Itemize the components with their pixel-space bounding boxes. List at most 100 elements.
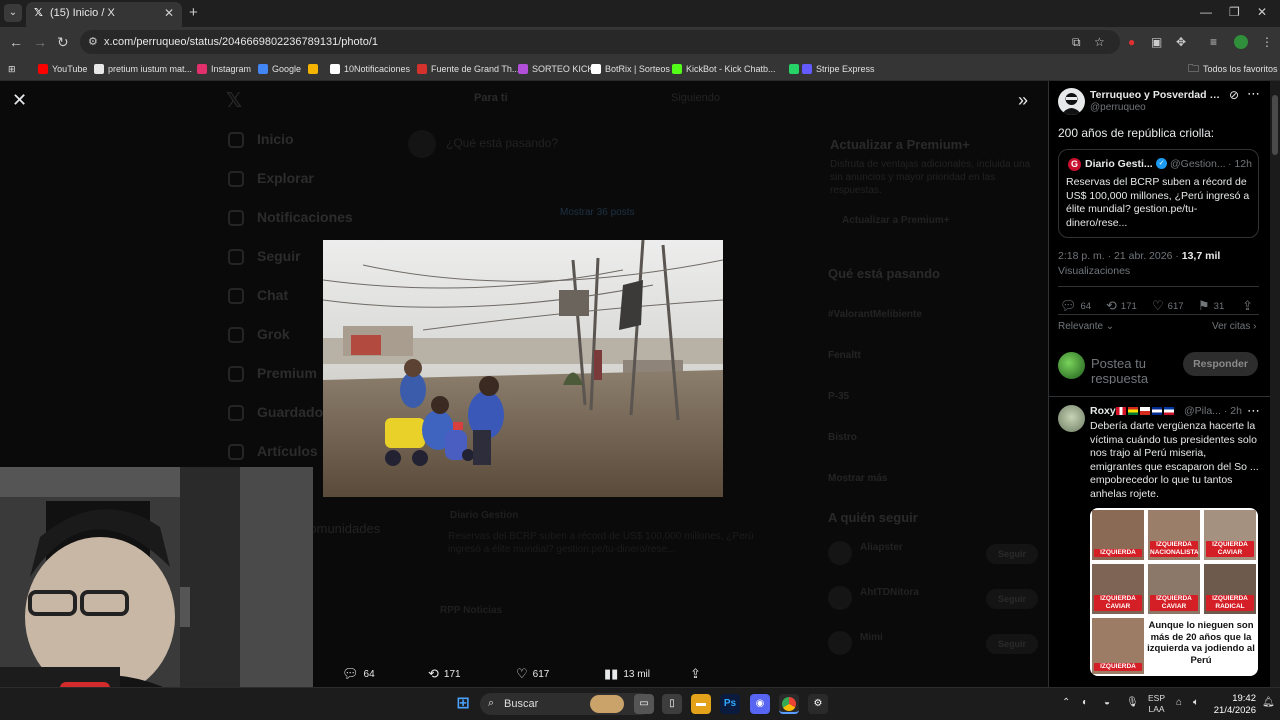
bookmark-favicon-icon bbox=[591, 64, 601, 74]
reply-author-avatar[interactable] bbox=[1058, 405, 1085, 432]
extensions-puzzle-icon[interactable]: ✥ bbox=[1176, 35, 1186, 49]
meme-cell: IZQUIERDA RADICAL bbox=[1204, 564, 1256, 614]
premium-text: Disfruta de ventajas adicionales, inclui… bbox=[830, 159, 1031, 196]
follow-title: A quién seguir bbox=[828, 510, 918, 525]
input-language[interactable]: ESP LAA bbox=[1148, 693, 1165, 715]
bookmark-favicon-icon bbox=[417, 64, 427, 74]
reply-button[interactable]: 💬︎ 64 bbox=[1060, 298, 1091, 314]
author-name[interactable]: Terruqueo y Posverdad – ... bbox=[1090, 89, 1220, 101]
trends-title: Qué está pasando bbox=[828, 266, 940, 281]
viewer-views-button[interactable]: ▮▮ 13 mil bbox=[604, 666, 650, 682]
reply-input[interactable]: Postea tu respuesta bbox=[1091, 356, 1177, 384]
tray-app-icon[interactable]: ◒ bbox=[1104, 697, 1110, 708]
file-explorer-icon[interactable]: ▬ bbox=[691, 694, 711, 714]
bookmark-label: YouTube bbox=[52, 64, 88, 74]
site-info-icon[interactable]: ⚙ bbox=[88, 35, 98, 48]
bookmark-item[interactable] bbox=[308, 61, 322, 77]
author-handle[interactable]: @perruqueo bbox=[1090, 102, 1146, 113]
bookmark-item[interactable]: Stripe Express bbox=[802, 61, 875, 77]
collapse-panel-icon[interactable]: » bbox=[1018, 90, 1028, 111]
tray-chevron-icon[interactable]: ⌃ bbox=[1062, 697, 1070, 708]
media-controls-icon[interactable]: ≡ bbox=[1210, 35, 1217, 49]
bookmark-item[interactable]: Fuente de Grand Th... bbox=[417, 61, 519, 77]
bookmark-item[interactable]: 10Notificaciones bbox=[330, 61, 410, 77]
forward-arrow-icon[interactable]: → bbox=[33, 34, 47, 50]
view-quotes-link[interactable]: Ver citas › bbox=[1212, 321, 1256, 332]
more-options-icon[interactable]: ⋯ bbox=[1247, 403, 1260, 419]
bookmark-button[interactable]: ⚑ 31 bbox=[1198, 298, 1224, 314]
tweet-text: 200 años de república criolla: bbox=[1058, 126, 1215, 140]
app-icon[interactable]: ⚙ bbox=[808, 694, 828, 714]
scrollbar[interactable] bbox=[1270, 81, 1280, 687]
windows-start-icon[interactable]: ⊞ bbox=[453, 694, 473, 714]
profile-avatar[interactable] bbox=[1234, 35, 1248, 49]
bookmark-item[interactable]: YouTube bbox=[38, 61, 87, 77]
grok-icon[interactable]: ⊘ bbox=[1229, 88, 1239, 102]
apps-grid-icon[interactable]: ⊞ bbox=[8, 61, 16, 77]
sort-replies-dropdown[interactable]: Relevante ⌄ bbox=[1058, 321, 1114, 332]
bg-quoted-text: Reservas del BCRP suben a récord de US$ … bbox=[448, 531, 754, 555]
extension-icon[interactable]: ▣ bbox=[1151, 35, 1162, 49]
more-options-icon[interactable]: ⋯ bbox=[1247, 86, 1260, 102]
back-arrow-icon[interactable]: ← bbox=[9, 34, 23, 50]
tab-close-icon[interactable]: ✕ bbox=[164, 6, 174, 20]
all-bookmarks-folder[interactable]: 🗀 Todos los favoritos bbox=[1188, 61, 1278, 77]
install-app-icon[interactable]: ⧉ bbox=[1072, 35, 1081, 50]
quoted-author-handle: @Gestion... bbox=[1170, 158, 1226, 170]
bookmark-item[interactable]: pretium iustum mat... bbox=[94, 61, 192, 77]
reload-icon[interactable]: ↻ bbox=[57, 34, 69, 51]
network-icon[interactable]: ⌂ bbox=[1176, 697, 1182, 708]
minimize-icon[interactable]: — bbox=[1200, 5, 1212, 19]
share-icon: ⇪ bbox=[1242, 298, 1253, 313]
tab-for-you: Para ti bbox=[474, 92, 508, 104]
viewer-share-button[interactable]: ⇪ bbox=[690, 666, 701, 682]
like-button[interactable]: ♡ 617 bbox=[1152, 298, 1184, 314]
bookmark-favicon-icon bbox=[672, 64, 682, 74]
chrome-icon[interactable] bbox=[779, 694, 799, 714]
browser-menu-icon[interactable]: ⋮ bbox=[1261, 35, 1273, 49]
bookmark-label: Google bbox=[272, 64, 302, 74]
viewer-repost-button[interactable]: ⟲ 171 bbox=[428, 666, 461, 682]
notification-bell-icon[interactable]: 🔔︎ bbox=[1262, 697, 1275, 708]
extension-record-icon[interactable]: ● bbox=[1128, 35, 1135, 49]
nav-icon bbox=[228, 249, 244, 265]
volume-icon[interactable]: 🔈︎ bbox=[1193, 697, 1199, 708]
tray-app-icon[interactable]: ◐ bbox=[1082, 697, 1088, 708]
close-viewer-icon[interactable]: ✕ bbox=[12, 90, 27, 111]
meme-cell: IZQUIERDA bbox=[1092, 618, 1144, 674]
microphone-icon[interactable]: 🎙︎ bbox=[1126, 697, 1139, 708]
discord-icon[interactable]: ◉ bbox=[750, 694, 770, 714]
bookmark-star-icon[interactable]: ☆ bbox=[1094, 35, 1105, 49]
restore-icon[interactable]: ❐ bbox=[1229, 5, 1240, 19]
bookmark-item[interactable]: SORTEO KICK bbox=[518, 61, 593, 77]
verified-badge-icon: ✓ bbox=[1156, 158, 1167, 169]
chevron-right-icon: › bbox=[1250, 321, 1257, 332]
clock-date[interactable]: 21/4/2026 bbox=[1210, 705, 1256, 716]
reply-submit-button[interactable]: Responder bbox=[1183, 352, 1258, 376]
photoshop-icon[interactable]: Ps bbox=[720, 694, 740, 714]
bookmark-item[interactable]: Instagram bbox=[197, 61, 251, 77]
viewer-reply-button[interactable]: 💬︎ 64 bbox=[342, 666, 375, 682]
widgets-icon[interactable]: ▯ bbox=[662, 694, 682, 714]
window-close-icon[interactable]: ✕ bbox=[1257, 5, 1267, 19]
bookmark-item[interactable]: KickBot - Kick Chatb... bbox=[672, 61, 776, 77]
scrollbar-thumb[interactable] bbox=[1272, 95, 1278, 155]
reply-author-name[interactable]: Roxy bbox=[1090, 405, 1116, 417]
clock-time[interactable]: 19:42 bbox=[1228, 693, 1256, 704]
bg-quoted-name: Diario Gestion bbox=[450, 510, 519, 521]
bg-follow-name: Aliapster bbox=[860, 542, 903, 553]
repost-button[interactable]: ⟲ 171 bbox=[1106, 298, 1137, 314]
reply-author-handle[interactable]: @Pila... · 2h bbox=[1184, 405, 1242, 417]
bookmark-label: Instagram bbox=[211, 64, 252, 74]
bookmark-item[interactable]: BotRix | Sorteos bbox=[591, 61, 670, 77]
bookmark-item[interactable]: Google bbox=[258, 61, 301, 77]
new-tab-button[interactable]: + bbox=[189, 4, 198, 21]
viewer-like-button[interactable]: ♡ 617 bbox=[516, 666, 549, 682]
author-avatar[interactable] bbox=[1058, 88, 1085, 115]
task-view-icon[interactable]: ▭ bbox=[634, 694, 654, 714]
tweet-photo[interactable] bbox=[323, 240, 723, 497]
tab-search-button[interactable]: ⌄ bbox=[4, 4, 22, 22]
tweet-timestamp[interactable]: 2:18 p. m. · 21 abr. 2026 · 13,7 mil bbox=[1058, 250, 1220, 262]
share-button[interactable]: ⇪ bbox=[1242, 298, 1253, 314]
bg-nav-item: Premium bbox=[257, 365, 317, 381]
